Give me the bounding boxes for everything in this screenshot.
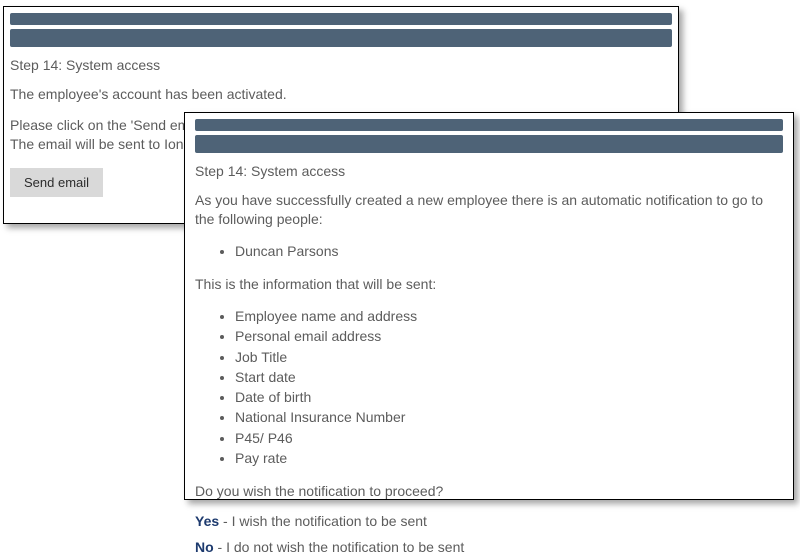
send-email-button[interactable]: Send email: [10, 168, 103, 197]
info-heading: This is the information that will be sen…: [195, 275, 783, 294]
list-item: Start date: [235, 367, 783, 387]
instruction-line1: Please click on the 'Send email: [10, 117, 203, 133]
header-bars: [195, 119, 783, 153]
no-link[interactable]: No: [195, 539, 214, 555]
activated-text: The employee's account has been activate…: [10, 85, 672, 104]
intro-text: As you have successfully created a new e…: [195, 191, 783, 229]
front-panel: Step 14: System access As you have succe…: [184, 112, 794, 500]
list-item: Job Title: [235, 347, 783, 367]
instruction-line2: The email will be sent to Iona.: [10, 136, 195, 152]
header-bar-thin: [10, 13, 672, 25]
list-item: Employee name and address: [235, 306, 783, 326]
choice-yes[interactable]: Yes - I wish the notification to be sent: [195, 513, 783, 529]
list-item: Duncan Parsons: [235, 241, 783, 261]
list-item: Pay rate: [235, 448, 783, 468]
list-item: Date of birth: [235, 387, 783, 407]
list-item: P45/ P46: [235, 428, 783, 448]
no-text: - I do not wish the notification to be s…: [214, 539, 465, 555]
people-list: Duncan Parsons: [195, 241, 783, 261]
choice-no[interactable]: No - I do not wish the notification to b…: [195, 539, 783, 555]
yes-text: - I wish the notification to be sent: [219, 513, 427, 529]
list-item: National Insurance Number: [235, 407, 783, 427]
proceed-question: Do you wish the notification to proceed?: [195, 482, 783, 501]
yes-link[interactable]: Yes: [195, 513, 219, 529]
step-title: Step 14: System access: [195, 163, 783, 179]
info-list: Employee name and address Personal email…: [195, 306, 783, 468]
list-item: Personal email address: [235, 326, 783, 346]
header-bars: [10, 13, 672, 47]
header-bar-thin: [195, 119, 783, 131]
header-bar-thick: [195, 135, 783, 153]
header-bar-thick: [10, 29, 672, 47]
step-title: Step 14: System access: [10, 57, 672, 73]
